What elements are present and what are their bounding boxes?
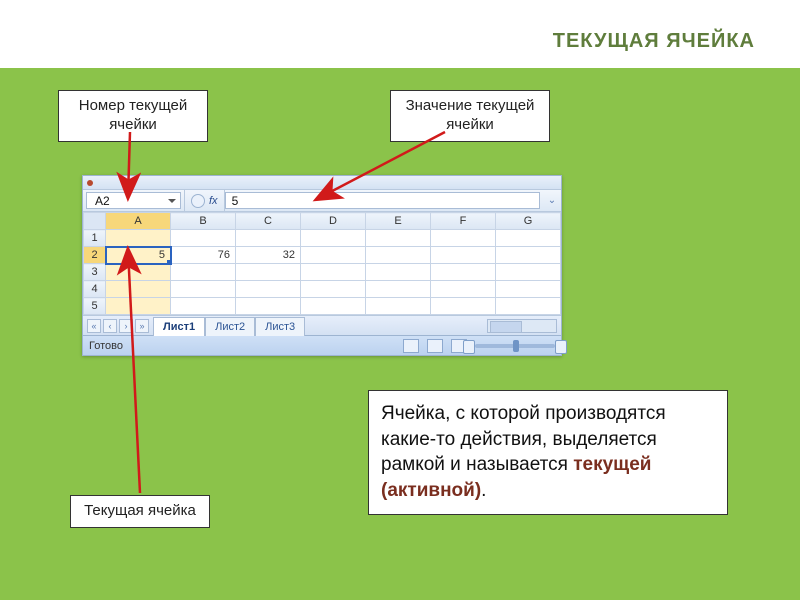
sheet-tab-2[interactable]: Лист2 xyxy=(205,317,255,336)
cell-F3[interactable] xyxy=(431,264,496,281)
row-header-3[interactable]: 3 xyxy=(84,264,106,281)
col-header-E[interactable]: E xyxy=(366,213,431,230)
row-header-1[interactable]: 1 xyxy=(84,230,106,247)
row-header-5[interactable]: 5 xyxy=(84,298,106,315)
excel-window: A2 fx 5 ⌄ A B C D E F G xyxy=(82,175,562,356)
insert-function-icon[interactable] xyxy=(191,194,205,208)
cell-D4[interactable] xyxy=(301,281,366,298)
cell-G1[interactable] xyxy=(496,230,561,247)
cell-D2[interactable] xyxy=(301,247,366,264)
formula-bar: A2 fx 5 ⌄ xyxy=(83,190,561,212)
cell-E2[interactable] xyxy=(366,247,431,264)
col-header-C[interactable]: C xyxy=(236,213,301,230)
select-all-corner[interactable] xyxy=(84,213,106,230)
cell-E3[interactable] xyxy=(366,264,431,281)
col-header-G[interactable]: G xyxy=(496,213,561,230)
view-page-layout-icon[interactable] xyxy=(427,339,443,353)
cell-C3[interactable] xyxy=(236,264,301,281)
cell-E5[interactable] xyxy=(366,298,431,315)
cell-G3[interactable] xyxy=(496,264,561,281)
cell-C2[interactable]: 32 xyxy=(236,247,301,264)
cell-A2[interactable]: 5 xyxy=(106,247,171,264)
row-header-4[interactable]: 4 xyxy=(84,281,106,298)
cell-B3[interactable] xyxy=(171,264,236,281)
slide-title: ТЕКУЩАЯ ЯЧЕЙКА xyxy=(0,30,800,53)
cell-A5[interactable] xyxy=(106,298,171,315)
cell-F5[interactable] xyxy=(431,298,496,315)
cell-F2[interactable] xyxy=(431,247,496,264)
cell-G4[interactable] xyxy=(496,281,561,298)
cell-F4[interactable] xyxy=(431,281,496,298)
qat-icon xyxy=(87,180,93,186)
sheet-nav-first-icon[interactable]: « xyxy=(87,319,101,333)
definition-text-post: . xyxy=(481,480,486,501)
cell-B4[interactable] xyxy=(171,281,236,298)
definition-box: Ячейка, с которой производятся какие-то … xyxy=(368,390,728,515)
col-header-D[interactable]: D xyxy=(301,213,366,230)
worksheet-grid[interactable]: A B C D E F G 1 2 5 76 xyxy=(83,212,561,315)
cell-D5[interactable] xyxy=(301,298,366,315)
cell-B1[interactable] xyxy=(171,230,236,247)
formula-input[interactable]: 5 xyxy=(225,192,540,209)
col-header-A[interactable]: A xyxy=(106,213,171,230)
row-header-2[interactable]: 2 xyxy=(84,247,106,264)
cell-D1[interactable] xyxy=(301,230,366,247)
callout-active-cell: Текущая ячейка xyxy=(70,495,210,528)
cell-C5[interactable] xyxy=(236,298,301,315)
name-box[interactable]: A2 xyxy=(86,192,181,209)
col-header-B[interactable]: B xyxy=(171,213,236,230)
cell-D3[interactable] xyxy=(301,264,366,281)
sheet-tab-bar: « ‹ › » Лист1 Лист2 Лист3 xyxy=(83,315,561,335)
horizontal-scrollbar[interactable] xyxy=(487,319,557,333)
cell-A1[interactable] xyxy=(106,230,171,247)
cell-A4[interactable] xyxy=(106,281,171,298)
zoom-slider[interactable] xyxy=(475,344,555,348)
quick-access-toolbar xyxy=(83,176,561,190)
fx-block: fx xyxy=(184,190,225,211)
status-bar: Готово xyxy=(83,335,561,355)
sheet-nav-next-icon[interactable]: › xyxy=(119,319,133,333)
col-header-F[interactable]: F xyxy=(431,213,496,230)
view-normal-icon[interactable] xyxy=(403,339,419,353)
cell-G2[interactable] xyxy=(496,247,561,264)
cell-C1[interactable] xyxy=(236,230,301,247)
callout-formula-value: Значение текущей ячейки xyxy=(390,90,550,142)
status-text: Готово xyxy=(89,340,123,352)
cell-B5[interactable] xyxy=(171,298,236,315)
cell-C4[interactable] xyxy=(236,281,301,298)
expand-formula-bar-icon[interactable]: ⌄ xyxy=(543,190,561,211)
cell-G5[interactable] xyxy=(496,298,561,315)
cell-B2[interactable]: 76 xyxy=(171,247,236,264)
cell-F1[interactable] xyxy=(431,230,496,247)
cell-E1[interactable] xyxy=(366,230,431,247)
sheet-nav-prev-icon[interactable]: ‹ xyxy=(103,319,117,333)
sheet-nav-last-icon[interactable]: » xyxy=(135,319,149,333)
callout-namebox: Номер текущей ячейки xyxy=(58,90,208,142)
cell-A3[interactable] xyxy=(106,264,171,281)
cell-E4[interactable] xyxy=(366,281,431,298)
sheet-tab-3[interactable]: Лист3 xyxy=(255,317,305,336)
fx-label: fx xyxy=(209,195,218,207)
sheet-tab-1[interactable]: Лист1 xyxy=(153,317,205,336)
